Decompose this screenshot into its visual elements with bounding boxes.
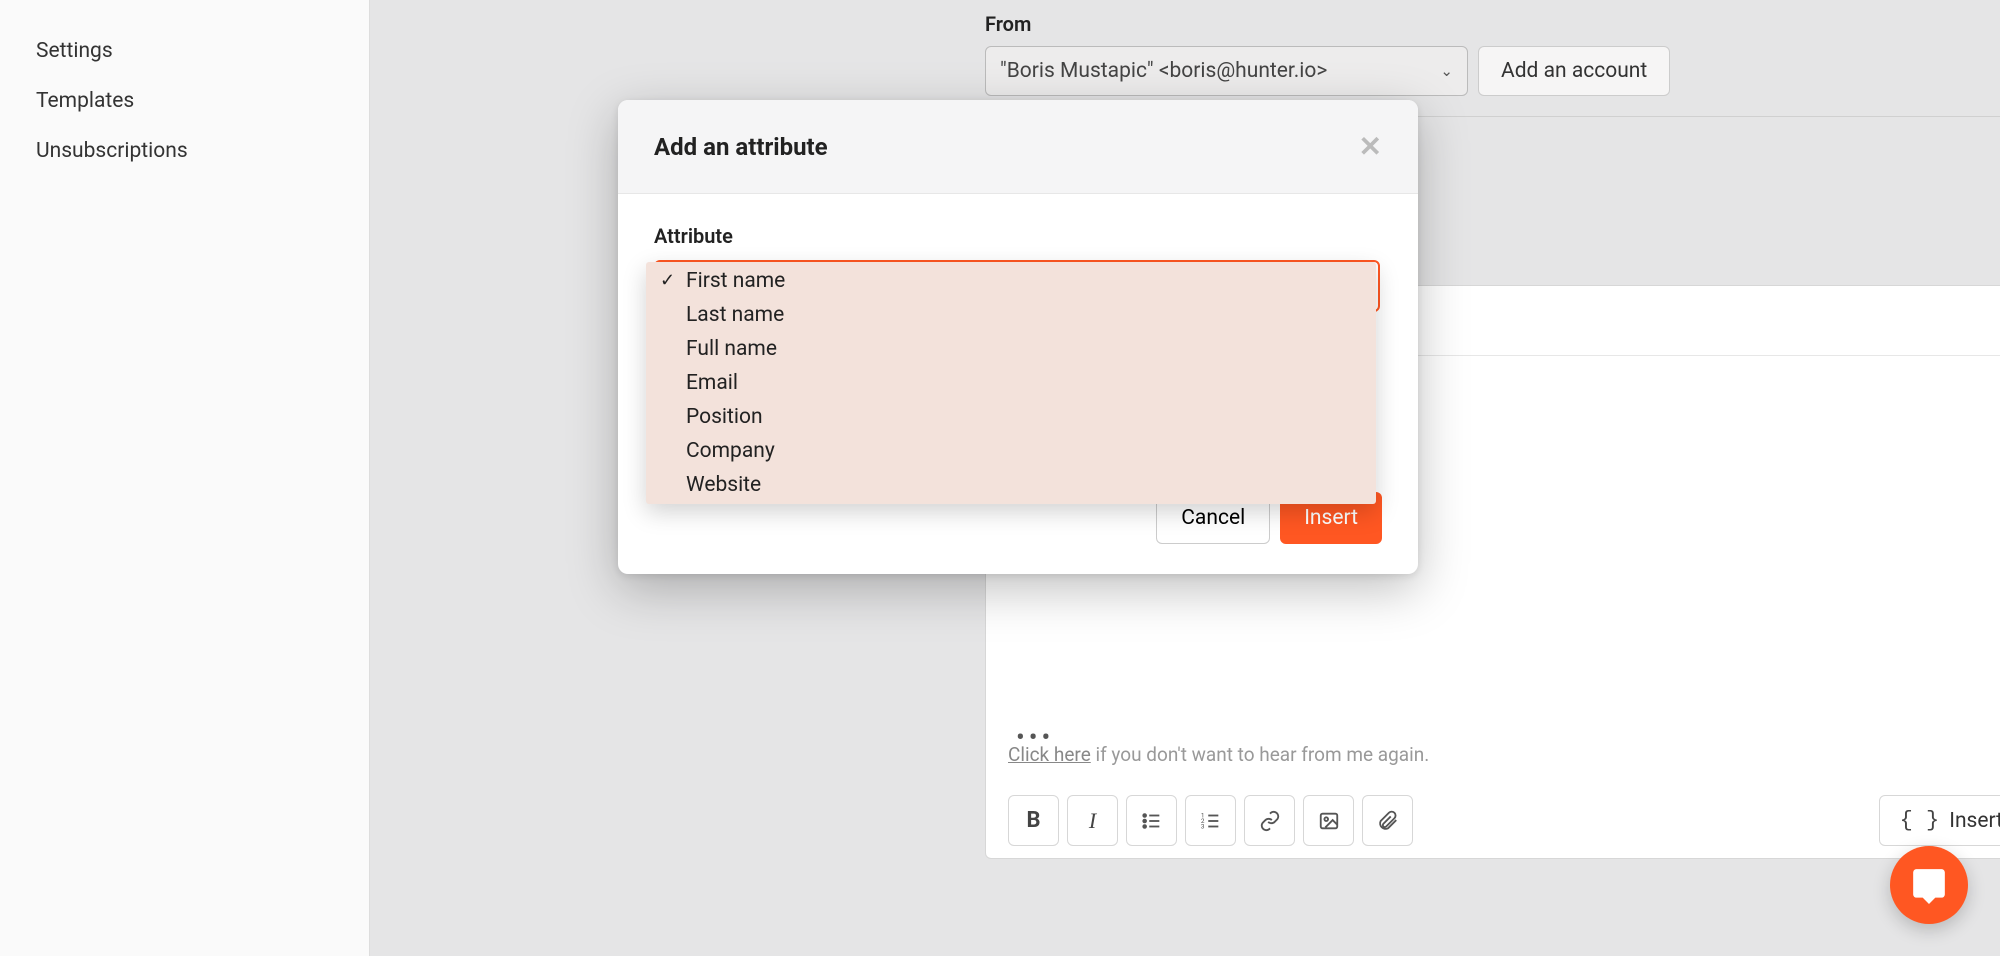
modal-body: Attribute First name Last name Full name… [618,194,1418,322]
attribute-select[interactable]: First name Last name Full name Email Pos… [654,260,1380,312]
attribute-option-website[interactable]: Website [646,468,1376,502]
chat-fab[interactable] [1890,846,1968,924]
add-attribute-modal: Add an attribute ✕ Attribute First name … [618,100,1418,574]
attribute-option-last-name[interactable]: Last name [646,298,1376,332]
attribute-option-email[interactable]: Email [646,366,1376,400]
close-icon[interactable]: ✕ [1359,130,1382,163]
attribute-option-position[interactable]: Position [646,400,1376,434]
attribute-dropdown: First name Last name Full name Email Pos… [646,262,1376,504]
modal-header: Add an attribute ✕ [618,100,1418,194]
modal-backdrop: Add an attribute ✕ Attribute First name … [0,0,2000,956]
attribute-label: Attribute [654,224,1382,248]
attribute-option-company[interactable]: Company [646,434,1376,468]
modal-title: Add an attribute [654,133,828,161]
attribute-option-full-name[interactable]: Full name [646,332,1376,366]
attribute-option-first-name[interactable]: First name [646,264,1376,298]
chat-icon [1910,866,1948,904]
